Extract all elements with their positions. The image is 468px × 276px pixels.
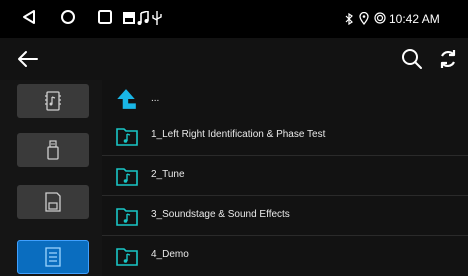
bluetooth-icon: [345, 13, 353, 25]
list-item[interactable]: 1_Left Right Identification & Phase Test: [102, 116, 468, 156]
sd-card-icon: [45, 192, 61, 212]
file-list: ... 1_Left Right Identification & Phase …: [102, 80, 468, 276]
folder-name: 2_Tune: [151, 169, 185, 180]
folder-name: 4_Demo: [151, 249, 189, 260]
list-item[interactable]: 4_Demo: [102, 236, 468, 276]
list-item-parent-directory[interactable]: ...: [102, 80, 468, 120]
sidebar-item-sd-music[interactable]: [17, 84, 89, 118]
up-arrow-icon: [117, 89, 136, 109]
wifi-icon: [374, 12, 386, 24]
music-folder-icon: [116, 208, 138, 226]
folder-name: 3_Soundstage & Sound Effects: [151, 209, 290, 220]
sidebar-item-usb[interactable]: [17, 133, 89, 167]
list-item[interactable]: 3_Soundstage & Sound Effects: [102, 196, 468, 236]
file-list-icon: [45, 247, 61, 267]
clock-time: 10:42 AM: [389, 12, 440, 26]
music-folder-icon: [116, 168, 138, 186]
sidebar-item-file-list[interactable]: [17, 240, 89, 274]
music-folder-icon: [116, 128, 138, 146]
usb-drive-icon: [47, 140, 59, 160]
refresh-icon[interactable]: [436, 47, 460, 71]
list-item[interactable]: 2_Tune: [102, 156, 468, 196]
back-triangle-icon[interactable]: [22, 9, 36, 25]
sd-music-icon: [45, 91, 61, 111]
status-bar: 10:42 AM: [0, 0, 468, 38]
location-icon: [359, 12, 369, 25]
music-icon: [137, 11, 149, 25]
sidebar-item-sd-card[interactable]: [17, 185, 89, 219]
music-folder-icon: [116, 248, 138, 266]
recents-square-icon[interactable]: [97, 9, 113, 25]
gallery-icon: [123, 12, 135, 24]
source-sidebar: [0, 80, 102, 276]
home-circle-icon[interactable]: [60, 9, 76, 25]
folder-name: 1_Left Right Identification & Phase Test: [151, 129, 326, 140]
search-icon[interactable]: [400, 47, 424, 71]
usb-icon: [152, 11, 162, 25]
parent-directory-label: ...: [151, 93, 160, 104]
arrow-left-icon[interactable]: [16, 47, 40, 71]
toolbar: [0, 38, 468, 80]
